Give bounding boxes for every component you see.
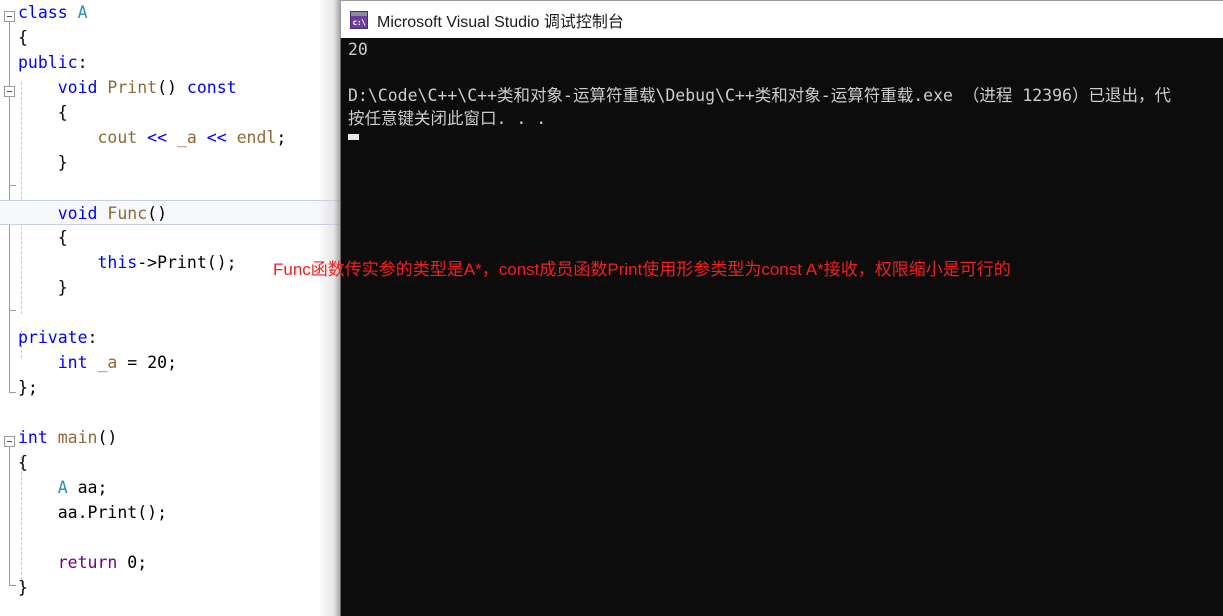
- console-title-text: Microsoft Visual Studio 调试控制台: [377, 13, 624, 31]
- code-editor-pane[interactable]: class A{public: void Print() const { cou…: [0, 0, 340, 616]
- code-line[interactable]: [0, 525, 340, 550]
- red-annotation-text: Func函数传实参的类型是A*，const成员函数Print使用形参类型为con…: [273, 260, 1011, 279]
- code-line[interactable]: void Func(): [0, 200, 340, 225]
- console-output-area[interactable]: 20 D:\Code\C++\C++类和对象-运算符重载\Debug\C++类和…: [340, 38, 1223, 616]
- icon-prompt-glyph: c:\: [352, 17, 366, 27]
- code-line[interactable]: {: [0, 225, 340, 250]
- code-line[interactable]: int main(): [0, 425, 340, 450]
- console-window[interactable]: c:\ Microsoft Visual Studio 调试控制台 20 D:\…: [340, 0, 1223, 616]
- code-line[interactable]: };: [0, 375, 340, 400]
- code-line[interactable]: [0, 300, 340, 325]
- code-line[interactable]: return 0;: [0, 550, 340, 575]
- code-line[interactable]: [0, 175, 340, 200]
- code-line[interactable]: class A: [0, 0, 340, 25]
- code-line[interactable]: cout << _a << endl;: [0, 125, 340, 150]
- console-line: 20: [348, 40, 368, 59]
- code-line[interactable]: public:: [0, 50, 340, 75]
- code-line[interactable]: private:: [0, 325, 340, 350]
- code-line-list: class A{public: void Print() const { cou…: [0, 0, 340, 600]
- code-line[interactable]: {: [0, 100, 340, 125]
- console-line-list: 20 D:\Code\C++\C++类和对象-运算符重载\Debug\C++类和…: [341, 38, 1223, 130]
- console-title-bar[interactable]: c:\ Microsoft Visual Studio 调试控制台: [340, 0, 1223, 38]
- console-app-icon: c:\: [350, 10, 368, 29]
- code-line[interactable]: aa.Print();: [0, 500, 340, 525]
- code-line[interactable]: void Print() const: [0, 75, 340, 100]
- code-line[interactable]: A aa;: [0, 475, 340, 500]
- code-line[interactable]: {: [0, 25, 340, 50]
- code-line[interactable]: [0, 400, 340, 425]
- code-line[interactable]: }: [0, 575, 340, 600]
- console-text-cursor: [348, 134, 359, 140]
- console-line: 按任意键关闭此窗口. . .: [348, 109, 547, 128]
- code-line[interactable]: {: [0, 450, 340, 475]
- code-line[interactable]: int _a = 20;: [0, 350, 340, 375]
- code-line[interactable]: }: [0, 150, 340, 175]
- console-line: D:\Code\C++\C++类和对象-运算符重载\Debug\C++类和对象-…: [348, 86, 1171, 105]
